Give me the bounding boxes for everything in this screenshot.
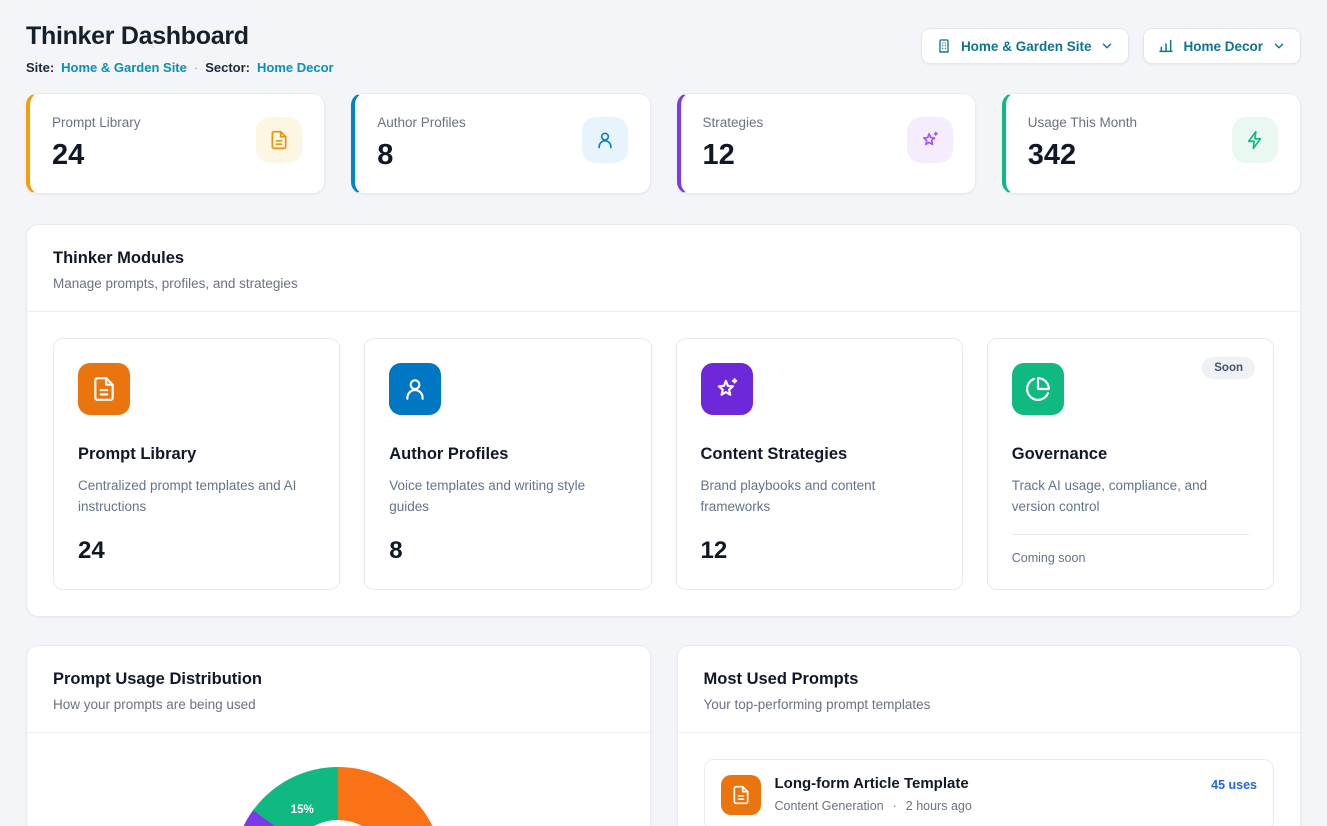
prompts-list: Long-form Article Template Content Gener… xyxy=(678,733,1301,826)
modules-grid: Prompt Library Centralized prompt templa… xyxy=(27,312,1300,616)
stat-label: Usage This Month xyxy=(1028,115,1137,130)
stat-value: 24 xyxy=(52,139,141,172)
module-title: Governance xyxy=(1012,445,1249,464)
module-card-content-strategies[interactable]: Content Strategies Brand playbooks and c… xyxy=(676,338,963,590)
stat-value: 342 xyxy=(1028,139,1137,172)
donut-segment-label: 15% xyxy=(291,804,314,816)
prompts-card-title: Most Used Prompts xyxy=(704,670,1275,689)
usage-chart-area: 15% xyxy=(27,767,650,826)
module-description: Centralized prompt templates and AI inst… xyxy=(78,476,315,518)
stat-card-author-profiles: Author Profiles 8 xyxy=(351,93,650,194)
module-title: Prompt Library xyxy=(78,445,315,464)
user-icon xyxy=(582,117,628,163)
bottom-row: Prompt Usage Distribution How your promp… xyxy=(26,645,1301,826)
stat-label: Author Profiles xyxy=(377,115,466,130)
usage-card-title: Prompt Usage Distribution xyxy=(53,670,624,689)
meta-dot: · xyxy=(893,799,897,813)
chevron-down-icon xyxy=(1100,39,1114,53)
module-coming-soon: Coming soon xyxy=(1012,534,1249,565)
most-used-prompts-card: Most Used Prompts Your top-performing pr… xyxy=(677,645,1302,826)
prompts-card-header: Most Used Prompts Your top-performing pr… xyxy=(678,646,1301,733)
usage-card-header: Prompt Usage Distribution How your promp… xyxy=(27,646,650,733)
donut-chart xyxy=(233,767,443,826)
header-left: Thinker Dashboard Site: Home & Garden Si… xyxy=(26,22,334,75)
stat-value: 8 xyxy=(377,139,466,172)
sparkle-icon xyxy=(701,363,753,415)
usage-card-subtitle: How your prompts are being used xyxy=(53,697,624,712)
stats-row: Prompt Library 24 Author Profiles 8 Stra… xyxy=(26,93,1301,194)
stat-card-prompt-library: Prompt Library 24 xyxy=(26,93,325,194)
breadcrumb: Site: Home & Garden Site · Sector: Home … xyxy=(26,60,334,75)
module-card-governance[interactable]: Soon Governance Track AI usage, complian… xyxy=(987,338,1274,590)
module-count: 8 xyxy=(389,519,626,565)
prompt-usage-card: Prompt Usage Distribution How your promp… xyxy=(26,645,651,826)
separator-dot: · xyxy=(194,60,198,75)
module-description: Brand playbooks and content frameworks xyxy=(701,476,938,518)
prompt-item-text: Long-form Article Template Content Gener… xyxy=(775,775,972,813)
stat-card-usage: Usage This Month 342 xyxy=(1002,93,1301,194)
user-icon xyxy=(389,363,441,415)
page-title: Thinker Dashboard xyxy=(26,22,334,51)
module-count: 24 xyxy=(78,519,315,565)
module-title: Author Profiles xyxy=(389,445,626,464)
prompt-item-uses-badge: 45 uses xyxy=(1211,775,1257,792)
page-header: Thinker Dashboard Site: Home & Garden Si… xyxy=(26,22,1301,75)
stat-value: 12 xyxy=(703,139,764,172)
modules-panel-header: Thinker Modules Manage prompts, profiles… xyxy=(27,225,1300,312)
sector-selector-label: Home Decor xyxy=(1183,39,1263,54)
module-description: Voice templates and writing style guides xyxy=(389,476,626,518)
modules-subtitle: Manage prompts, profiles, and strategies xyxy=(53,276,1274,291)
prompt-item-title: Long-form Article Template xyxy=(775,775,972,792)
stat-label: Strategies xyxy=(703,115,764,130)
prompts-card-subtitle: Your top-performing prompt templates xyxy=(704,697,1275,712)
sector-label: Sector: xyxy=(205,60,250,75)
document-icon xyxy=(256,117,302,163)
module-card-prompt-library[interactable]: Prompt Library Centralized prompt templa… xyxy=(53,338,340,590)
prompt-list-item[interactable]: Long-form Article Template Content Gener… xyxy=(704,759,1275,826)
prompt-item-time: 2 hours ago xyxy=(906,799,972,813)
chevron-down-icon xyxy=(1272,39,1286,53)
stat-label: Prompt Library xyxy=(52,115,141,130)
sector-link[interactable]: Home Decor xyxy=(257,60,334,75)
document-icon xyxy=(721,775,761,815)
site-selector-label: Home & Garden Site xyxy=(961,39,1092,54)
thinker-modules-panel: Thinker Modules Manage prompts, profiles… xyxy=(26,224,1301,617)
module-title: Content Strategies xyxy=(701,445,938,464)
module-description: Track AI usage, compliance, and version … xyxy=(1012,476,1249,518)
sparkle-icon xyxy=(907,117,953,163)
prompt-item-category: Content Generation xyxy=(775,799,884,813)
site-selector-dropdown[interactable]: Home & Garden Site xyxy=(921,28,1130,64)
document-icon xyxy=(78,363,130,415)
modules-title: Thinker Modules xyxy=(53,249,1274,268)
donut-chart-wrap: 15% xyxy=(233,767,443,826)
lightning-icon xyxy=(1232,117,1278,163)
module-card-author-profiles[interactable]: Author Profiles Voice templates and writ… xyxy=(364,338,651,590)
sector-selector-dropdown[interactable]: Home Decor xyxy=(1143,28,1301,64)
module-count: 12 xyxy=(701,519,938,565)
building-icon xyxy=(936,38,952,54)
pie-chart-icon xyxy=(1012,363,1064,415)
bar-chart-icon xyxy=(1158,38,1174,54)
site-label: Site: xyxy=(26,60,54,75)
prompt-item-meta: Content Generation · 2 hours ago xyxy=(775,799,972,813)
site-link[interactable]: Home & Garden Site xyxy=(61,60,187,75)
header-selectors: Home & Garden Site Home Decor xyxy=(921,28,1301,64)
soon-badge: Soon xyxy=(1202,357,1255,379)
stat-card-strategies: Strategies 12 xyxy=(677,93,976,194)
